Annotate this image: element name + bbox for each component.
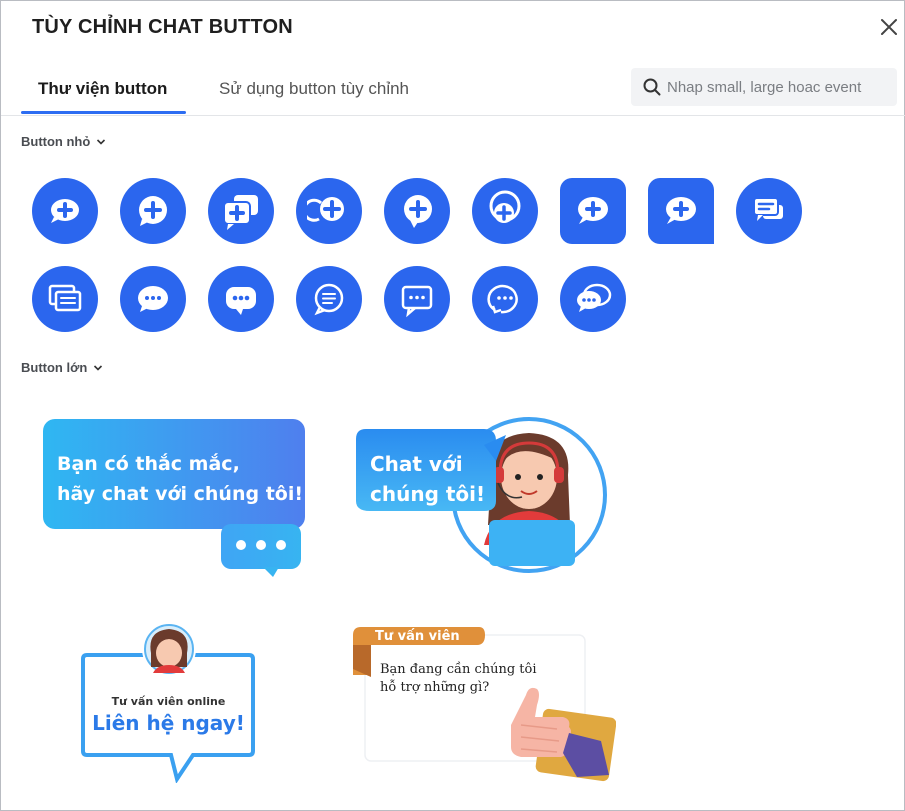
online-caption: Tư vấn viên online <box>111 695 226 708</box>
active-tab-indicator <box>21 111 186 114</box>
customize-chat-button-dialog: TÙY CHỈNH CHAT BUTTON Thư viện button Sử… <box>0 0 905 811</box>
large-button-online-consultant[interactable]: Tư vấn viên online Liên hệ ngay! <box>81 623 256 783</box>
large-buttons-label: Button lớn <box>21 360 88 375</box>
chat-double-bubble-icon[interactable] <box>560 266 626 332</box>
chat-dots-outline-icon[interactable] <box>384 266 450 332</box>
chat-plus-round-icon[interactable] <box>120 178 186 244</box>
consultant-line-2: hỗ trợ những gì? <box>380 680 490 695</box>
small-buttons-toggle[interactable]: Button nhỏ <box>21 134 106 149</box>
chat-plus-bubble-icon[interactable] <box>384 178 450 244</box>
question-line-1: Bạn có thắc mắc, <box>57 453 240 475</box>
tab-button-library[interactable]: Thư viện button <box>38 79 167 99</box>
agent-chat-line-2: chúng tôi! <box>370 482 486 506</box>
chat-lines-icon[interactable] <box>736 178 802 244</box>
chat-dots-round-icon[interactable] <box>120 266 186 332</box>
large-button-consultant-card[interactable]: Tư vấn viên Bạn đang cần chúng tôi hỗ tr… <box>351 625 616 785</box>
chat-plus-oval-icon[interactable] <box>32 178 98 244</box>
chat-plus-stack-icon[interactable] <box>208 178 274 244</box>
agent-chat-line-1: Chat với <box>370 452 463 476</box>
consultant-line-1: Bạn đang cần chúng tôi <box>380 662 537 677</box>
tab-custom-button[interactable]: Sử dụng button tùy chỉnh <box>219 79 409 99</box>
large-button-agent-chat[interactable]: Chat với chúng tôi! <box>356 415 611 575</box>
chat-dots-swirl-icon[interactable] <box>472 266 538 332</box>
consultant-tag: Tư vấn viên <box>375 629 460 644</box>
chat-plus-square-icon[interactable] <box>560 178 626 244</box>
chat-plus-tab-icon[interactable] <box>648 178 714 244</box>
large-button-question[interactable]: Bạn có thắc mắc, hãy chat với chúng tôi! <box>43 419 308 579</box>
search-icon <box>643 78 661 96</box>
close-icon[interactable] <box>877 15 901 39</box>
chat-plus-outline-icon[interactable] <box>472 178 538 244</box>
online-cta: Liên hệ ngay! <box>92 711 245 735</box>
large-buttons-toggle[interactable]: Button lớn <box>21 360 103 375</box>
question-line-2: hãy chat với chúng tôi! <box>57 483 304 505</box>
chat-dots-square-icon[interactable] <box>208 266 274 332</box>
chat-multi-lines-icon[interactable] <box>32 266 98 332</box>
chat-plus-swirl-icon[interactable] <box>296 178 362 244</box>
chevron-down-icon <box>97 138 106 145</box>
small-buttons-label: Button nhỏ <box>21 134 91 149</box>
dialog-title: TÙY CHỈNH CHAT BUTTON <box>32 16 293 38</box>
chevron-down-icon <box>94 364 103 371</box>
search-box <box>631 68 897 106</box>
chat-lines-outline-icon[interactable] <box>296 266 362 332</box>
search-input[interactable] <box>667 68 891 106</box>
